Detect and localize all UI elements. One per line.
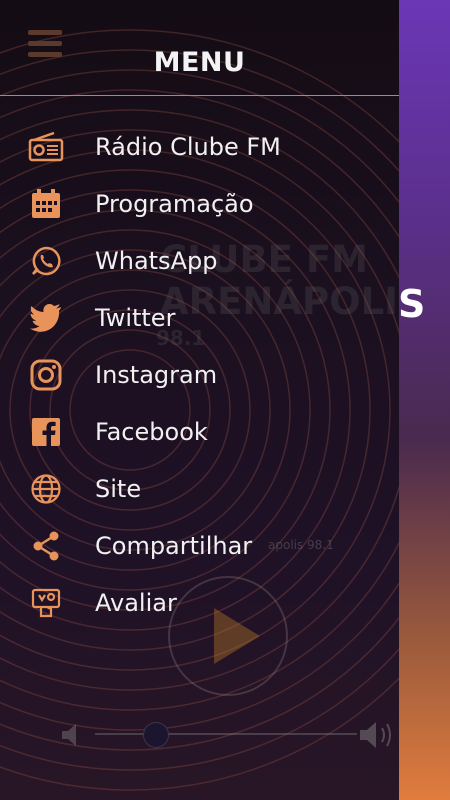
navigation-drawer: CLUBE FM ARENÁPOLIS 98.1 apolis 98.1 MEN… xyxy=(0,0,399,800)
menu-item-twitter[interactable]: Twitter xyxy=(0,293,399,343)
menu-item-facebook[interactable]: Facebook xyxy=(0,407,399,457)
whatsapp-icon xyxy=(28,243,64,279)
menu-item-programacao[interactable]: Programação xyxy=(0,179,399,229)
twitter-icon xyxy=(28,300,64,336)
menu-item-label: WhatsApp xyxy=(95,247,218,275)
rate-icon xyxy=(28,585,64,621)
volume-low-icon xyxy=(62,724,76,746)
radio-icon xyxy=(28,129,64,165)
facebook-icon xyxy=(28,414,64,450)
instagram-icon xyxy=(28,357,64,393)
menu-item-radio[interactable]: Rádio Clube FM xyxy=(0,122,399,172)
share-icon xyxy=(28,528,64,564)
menu-item-label: Compartilhar xyxy=(95,532,253,560)
volume-track xyxy=(95,733,357,735)
menu-item-label: Programação xyxy=(95,190,254,218)
menu-item-instagram[interactable]: Instagram xyxy=(0,350,399,400)
menu-item-label: Rádio Clube FM xyxy=(95,133,281,161)
volume-high-icon xyxy=(360,722,391,748)
menu-item-label: Avaliar xyxy=(95,589,177,617)
menu-divider xyxy=(0,95,399,96)
globe-icon xyxy=(28,471,64,507)
menu-item-whatsapp[interactable]: WhatsApp xyxy=(0,236,399,286)
station-title-fragment: S xyxy=(398,282,427,326)
menu-item-label: Instagram xyxy=(95,361,218,389)
menu-item-label: Facebook xyxy=(95,418,208,446)
menu-title: MENU xyxy=(153,47,246,78)
menu-item-compartilhar[interactable]: Compartilhar xyxy=(0,521,399,571)
menu-item-avaliar[interactable]: Avaliar xyxy=(0,578,399,628)
menu-item-site[interactable]: Site xyxy=(0,464,399,514)
menu-item-label: Site xyxy=(95,475,142,503)
menu-item-label: Twitter xyxy=(95,304,176,332)
calendar-icon xyxy=(28,186,64,222)
